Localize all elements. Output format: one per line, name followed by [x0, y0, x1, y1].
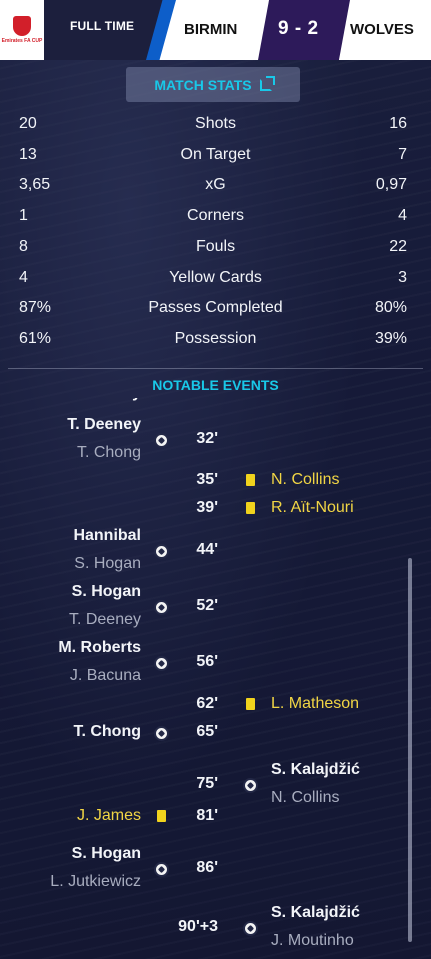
event-player: Hannibal: [73, 527, 141, 544]
goal-ball-icon: [154, 433, 169, 448]
event-assist: N. Collins: [271, 789, 340, 806]
stat-row: On Target 13 7: [0, 146, 431, 168]
stat-away-value: 16: [389, 115, 407, 132]
match-stats-button[interactable]: MATCH STATS: [126, 67, 300, 102]
event-player: T. Deeney: [67, 416, 141, 433]
event-minute: 75': [196, 775, 218, 792]
stat-row: Passes Completed 87% 80%: [0, 299, 431, 321]
score-header: Emirates FA CUP FULL TIME BIRMIN 9 - 2 W…: [0, 0, 431, 60]
event-player: T. Chong: [73, 723, 141, 740]
event-assist: L. Jutkiewicz: [50, 873, 141, 890]
goal-ball-icon: [154, 544, 169, 559]
stat-label: Fouls: [195, 237, 236, 255]
expand-icon[interactable]: [259, 75, 275, 91]
event-player: J. James: [76, 807, 141, 824]
events-scrollbar[interactable]: [408, 558, 412, 942]
goal-ball-icon: [154, 862, 169, 877]
goal-ball-icon: [154, 600, 169, 615]
event-assist: J. Moutinho: [271, 932, 354, 949]
stat-label: Yellow Cards: [169, 268, 262, 286]
match-status: FULL TIME: [70, 19, 135, 33]
stat-away-value: 22: [389, 237, 407, 255]
notable-events-list[interactable]: T. Deeney25'32'T. DeeneyT. Chong35'N. Co…: [0, 398, 431, 959]
event-minute: 90'+3: [178, 918, 218, 935]
notable-events-title: NOTABLE EVENTS: [152, 377, 279, 393]
stat-away-value: 39%: [374, 329, 407, 347]
stat-away-value: 4: [398, 207, 407, 225]
competition-logo-text: Emirates FA CUP: [1, 38, 43, 44]
yellow-card-icon: [246, 502, 255, 514]
stat-home-value: 13: [19, 145, 37, 163]
event-player: L. Matheson: [271, 695, 360, 712]
match-stats-label: MATCH STATS: [154, 76, 252, 93]
event-minute: 81': [196, 807, 218, 824]
yellow-card-icon: [157, 810, 166, 822]
event-minute: 62': [196, 695, 218, 712]
home-team-name: BIRMIN: [184, 21, 238, 38]
stat-home-value: 8: [19, 237, 28, 255]
goal-ball-icon: [243, 921, 258, 936]
event-player: S. Hogan: [71, 583, 141, 600]
stat-row: Yellow Cards 4 3: [0, 269, 431, 291]
goal-ball-icon: [154, 656, 169, 671]
event-player: S. Kalajdžić: [271, 761, 360, 778]
stat-away-value: 3: [398, 268, 407, 286]
stat-home-value: 4: [19, 268, 28, 286]
stat-row: Possession 61% 39%: [0, 330, 431, 352]
stat-home-value: 20: [19, 115, 37, 132]
stat-row: Fouls 8 22: [0, 238, 431, 260]
section-divider: [8, 368, 423, 369]
fa-cup-crest-icon: [13, 16, 31, 36]
stat-label: Passes Completed: [148, 299, 283, 317]
event-assist: T. Deeney: [68, 611, 141, 628]
final-score: 9 - 2: [278, 18, 319, 39]
stat-home-value: 61%: [19, 329, 52, 347]
event-player: S. Kalajdžić: [271, 904, 360, 921]
stat-row: Shots 20 16: [0, 115, 431, 137]
event-assist: T. Chong: [76, 444, 141, 461]
stat-away-value: 7: [398, 145, 407, 163]
event-assist: S. Hogan: [74, 555, 141, 572]
event-minute: 25': [160, 398, 218, 402]
stat-label: Possession: [174, 329, 257, 347]
goal-ball-icon: [154, 726, 169, 741]
stat-row: Corners 1 4: [0, 207, 431, 229]
fa-cup-logo: Emirates FA CUP: [0, 0, 44, 60]
stat-home-value: 3,65: [19, 176, 51, 194]
goal-ball-icon: [243, 778, 258, 793]
stat-label: Corners: [187, 207, 244, 225]
stat-label: On Target: [180, 145, 251, 163]
event-minute: 35': [196, 471, 218, 488]
stat-away-value: 80%: [374, 299, 407, 317]
event-minute: 39': [196, 499, 218, 516]
event-player: R. Aït-Nouri: [271, 499, 354, 516]
yellow-card-icon: [246, 474, 255, 486]
event-player: S. Hogan: [71, 845, 141, 862]
stat-label: xG: [205, 176, 226, 194]
stat-row: xG 3,65 0,97: [0, 176, 431, 198]
away-team-name: WOLVES: [350, 21, 414, 38]
event-assist: J. Bacuna: [69, 667, 141, 684]
event-player: N. Collins: [271, 471, 340, 488]
stat-home-value: 1: [19, 207, 28, 225]
event-player: T. Deeney: [67, 398, 141, 402]
event-player: M. Roberts: [58, 639, 141, 656]
yellow-card-icon: [246, 698, 255, 710]
stat-label: Shots: [195, 115, 236, 132]
stat-home-value: 87%: [19, 299, 52, 317]
stat-away-value: 0,97: [375, 176, 407, 194]
